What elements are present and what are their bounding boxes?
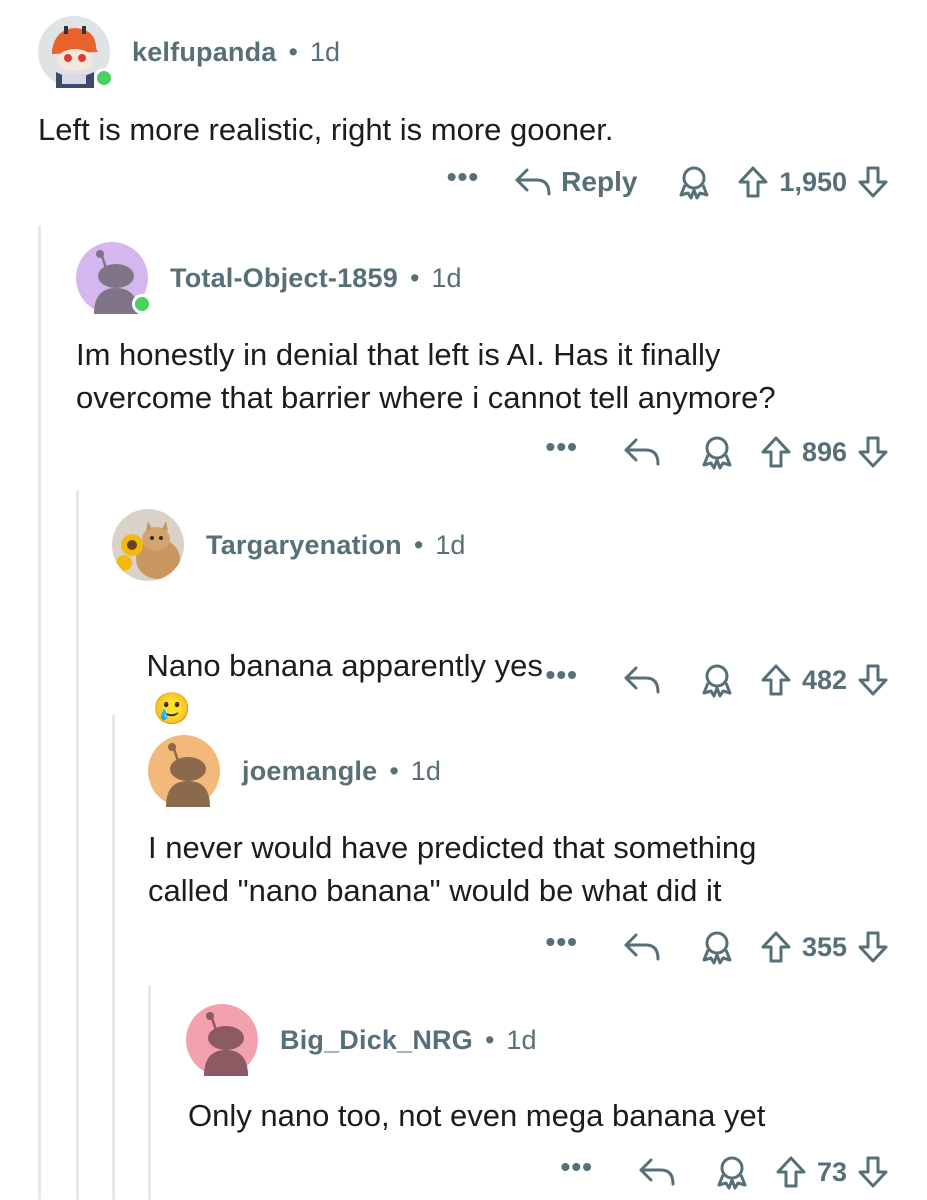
comment-actions: ••• 482 bbox=[546, 661, 889, 698]
avatar[interactable] bbox=[186, 1004, 258, 1076]
reply-arrow-icon bbox=[624, 933, 660, 961]
downvote-button[interactable] bbox=[857, 435, 889, 469]
downvote-arrow-icon bbox=[858, 664, 888, 696]
comment-actions: ••• 355 bbox=[546, 928, 889, 965]
upvote-arrow-icon bbox=[761, 664, 791, 696]
award-icon bbox=[702, 436, 732, 470]
vote-score: 73 bbox=[816, 1156, 847, 1187]
vote-score: 482 bbox=[801, 664, 847, 695]
timestamp[interactable]: 1d bbox=[411, 756, 441, 787]
upvote-button[interactable] bbox=[760, 663, 792, 697]
more-dots-icon[interactable]: ••• bbox=[447, 163, 479, 191]
downvote-arrow-icon bbox=[858, 166, 888, 198]
upvote-arrow-icon bbox=[776, 1156, 806, 1188]
comment-actions: ••• Reply 1,950 bbox=[447, 163, 889, 200]
reply-label: Reply bbox=[561, 166, 638, 197]
thread-line[interactable] bbox=[38, 225, 41, 1200]
username[interactable]: Targaryenation bbox=[206, 530, 402, 561]
downvote-button[interactable] bbox=[857, 930, 889, 964]
avatar[interactable] bbox=[148, 735, 220, 807]
award-button[interactable] bbox=[700, 662, 734, 698]
username[interactable]: kelfupanda bbox=[132, 37, 277, 68]
comment-actions: ••• 896 bbox=[546, 433, 889, 470]
vote-score: 1,950 bbox=[779, 166, 847, 197]
reply-arrow-icon bbox=[639, 1158, 675, 1186]
comment-body: Left is more realistic, right is more go… bbox=[38, 112, 614, 147]
thread-line[interactable] bbox=[112, 715, 115, 1200]
award-icon bbox=[702, 931, 732, 965]
award-button[interactable] bbox=[677, 164, 711, 200]
more-dots-icon[interactable]: ••• bbox=[546, 928, 578, 956]
vote-score: 896 bbox=[801, 436, 847, 467]
upvote-button[interactable] bbox=[737, 165, 769, 199]
upvote-arrow-icon bbox=[738, 166, 768, 198]
reply-button[interactable] bbox=[622, 434, 662, 470]
award-icon bbox=[702, 664, 732, 698]
timestamp[interactable]: 1d bbox=[431, 263, 461, 294]
reply-button[interactable] bbox=[622, 929, 662, 965]
meta-separator: • bbox=[409, 262, 420, 293]
reply-button[interactable]: Reply bbox=[513, 164, 637, 200]
upvote-button[interactable] bbox=[760, 930, 792, 964]
reply-arrow-icon bbox=[624, 438, 660, 466]
upvote-button[interactable] bbox=[775, 1155, 807, 1189]
downvote-arrow-icon bbox=[858, 1156, 888, 1188]
downvote-button[interactable] bbox=[857, 663, 889, 697]
reply-arrow-icon bbox=[624, 666, 660, 694]
meta-separator: • bbox=[288, 36, 298, 67]
username[interactable]: Big_Dick_NRG bbox=[280, 1025, 473, 1056]
thread-line[interactable] bbox=[148, 985, 151, 1200]
downvote-button[interactable] bbox=[857, 1155, 889, 1189]
reply-arrow-icon bbox=[515, 168, 551, 196]
award-button[interactable] bbox=[715, 1154, 749, 1190]
online-status-dot bbox=[94, 68, 114, 88]
comment-text: Nano banana apparently yes bbox=[146, 648, 543, 683]
reply-button[interactable] bbox=[637, 1154, 677, 1190]
smiling-tear-emoji: 🥲 bbox=[152, 691, 192, 726]
timestamp[interactable]: 1d bbox=[435, 530, 465, 561]
more-dots-icon[interactable]: ••• bbox=[546, 661, 578, 689]
avatar[interactable] bbox=[112, 509, 184, 581]
comment-actions: ••• 73 bbox=[561, 1153, 889, 1190]
vote-score: 355 bbox=[801, 931, 847, 962]
comment-body: Im honestly in denial that left is AI. H… bbox=[76, 337, 776, 415]
meta-separator: • bbox=[484, 1024, 495, 1055]
avatar[interactable] bbox=[76, 242, 152, 314]
award-icon bbox=[717, 1156, 747, 1190]
reply-button[interactable] bbox=[622, 662, 662, 698]
more-dots-icon[interactable]: ••• bbox=[561, 1153, 593, 1181]
meta-separator: • bbox=[389, 755, 399, 786]
meta-separator: • bbox=[413, 529, 424, 560]
timestamp[interactable]: 1d bbox=[310, 37, 340, 68]
upvote-button[interactable] bbox=[760, 435, 792, 469]
downvote-arrow-icon bbox=[858, 436, 888, 468]
thread-line[interactable] bbox=[76, 490, 79, 1200]
online-status-dot bbox=[132, 294, 152, 314]
avatar[interactable] bbox=[38, 16, 114, 88]
downvote-button[interactable] bbox=[857, 165, 889, 199]
downvote-arrow-icon bbox=[858, 931, 888, 963]
award-button[interactable] bbox=[700, 929, 734, 965]
award-icon bbox=[679, 166, 709, 200]
upvote-arrow-icon bbox=[761, 931, 791, 963]
username[interactable]: joemangle bbox=[242, 756, 377, 787]
username[interactable]: Total-Object-1859 bbox=[170, 263, 398, 294]
award-button[interactable] bbox=[700, 434, 734, 470]
upvote-arrow-icon bbox=[761, 436, 791, 468]
timestamp[interactable]: 1d bbox=[506, 1025, 536, 1056]
comment-body: Only nano too, not even mega banana yet bbox=[188, 1098, 766, 1133]
comment-body: I never would have predicted that someth… bbox=[148, 830, 757, 908]
more-dots-icon[interactable]: ••• bbox=[546, 433, 578, 461]
